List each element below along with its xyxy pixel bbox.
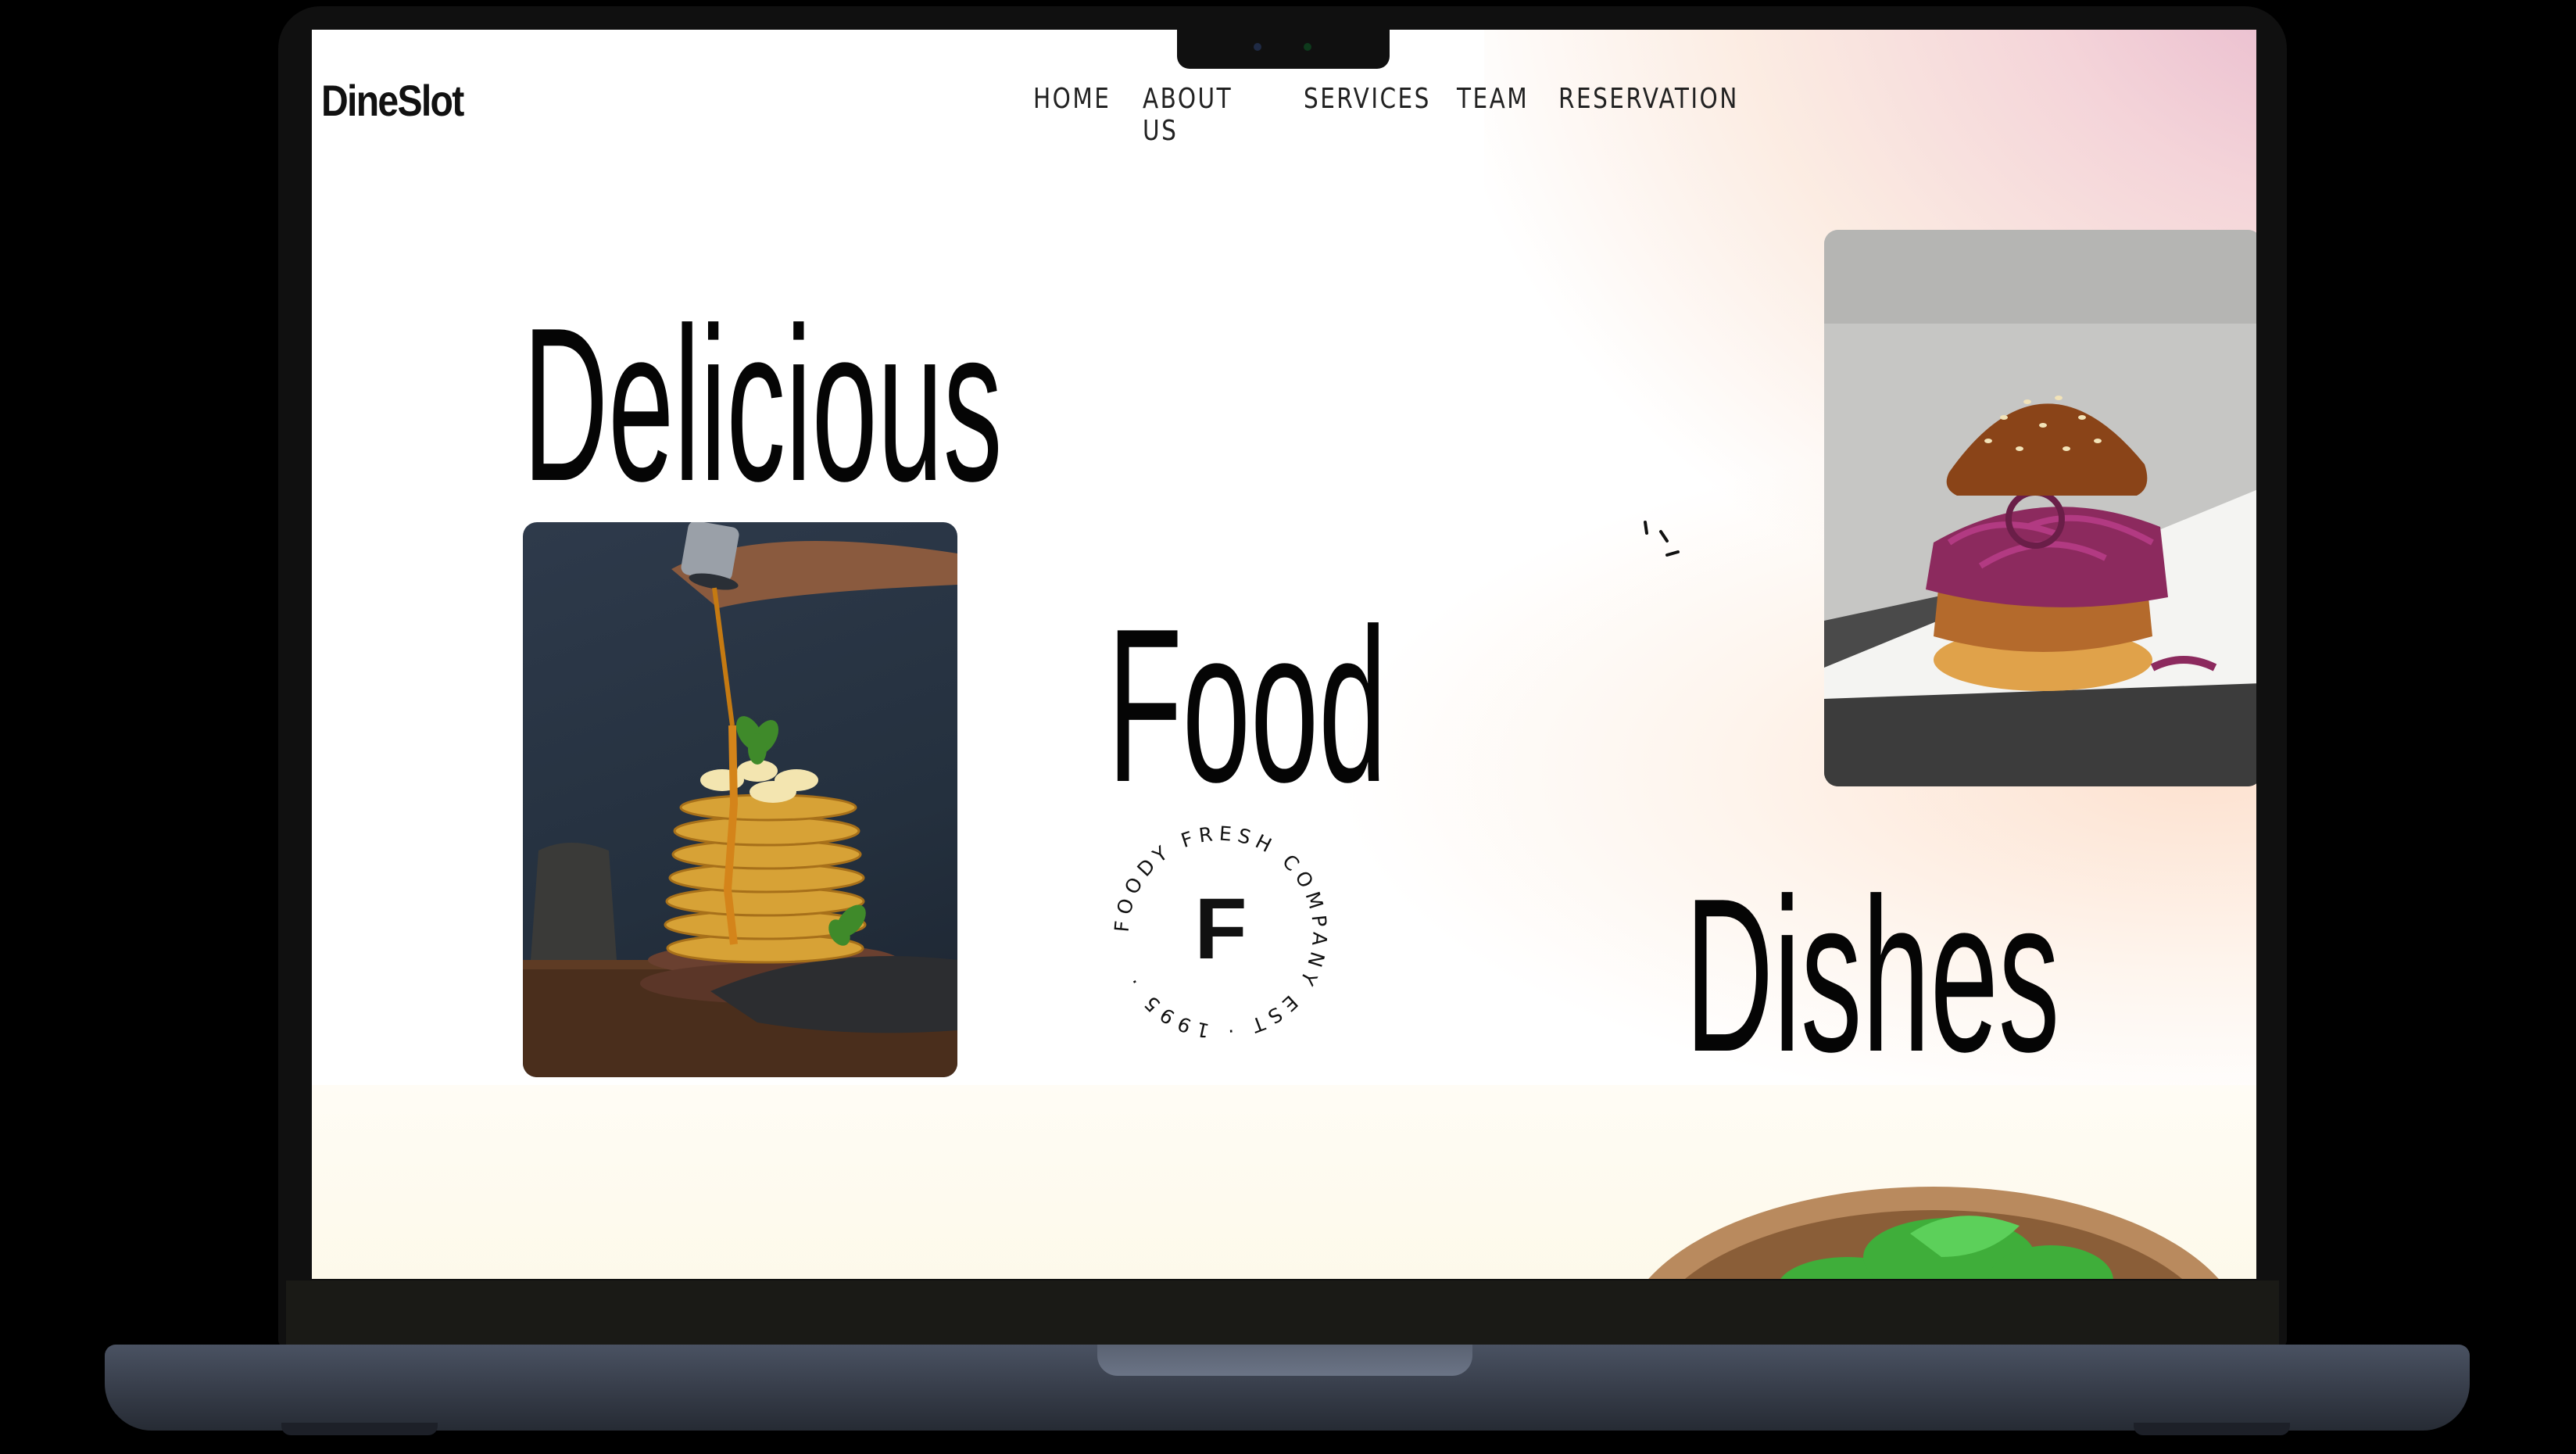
seal-letter: F: [1194, 881, 1247, 977]
fried-chicken-burger-photo: [1824, 230, 2256, 786]
burger-illustration: [1824, 230, 2256, 786]
salad-bowl-photo: [1648, 1187, 2219, 1279]
laptop-mockup: DineSlot HOME ABOUT US SERVICES TEAM RES…: [0, 0, 2576, 1454]
laptop-foot-right: [2134, 1423, 2290, 1435]
main-nav: HOME ABOUT US SERVICES TEAM RESERVATION: [1033, 83, 1737, 147]
nav-about-us[interactable]: ABOUT US: [1143, 83, 1244, 147]
company-seal-badge: FOODY FRESH COMPANY EST · 1995 · F: [1107, 819, 1334, 1046]
laptop-foot-left: [281, 1423, 438, 1435]
seal-ring: FOODY FRESH COMPANY EST · 1995 · F: [1111, 822, 1326, 1044]
camera-lens-icon: [1254, 43, 1261, 51]
nav-services[interactable]: SERVICES: [1304, 83, 1429, 147]
website-screen: DineSlot HOME ABOUT US SERVICES TEAM RES…: [312, 30, 2256, 1279]
pancake-illustration: [523, 522, 957, 1077]
site-logo[interactable]: DineSlot: [321, 75, 464, 126]
screen-bezel-chin: [286, 1280, 2279, 1348]
hero-word-food: Food: [1107, 584, 1387, 828]
hero-word-delicious: Delicious: [523, 283, 1003, 527]
spark-lines-icon: [1644, 521, 1680, 557]
hero-word-dishes: Dishes: [1685, 854, 2060, 1098]
camera-notch: [1177, 28, 1390, 69]
nav-reservation[interactable]: RESERVATION: [1558, 83, 1737, 147]
nav-home[interactable]: HOME: [1033, 83, 1109, 147]
laptop-opening-notch: [1097, 1345, 1472, 1376]
nav-team[interactable]: TEAM: [1457, 83, 1527, 147]
pancake-stack-photo: [523, 522, 957, 1077]
camera-indicator-icon: [1304, 43, 1311, 51]
